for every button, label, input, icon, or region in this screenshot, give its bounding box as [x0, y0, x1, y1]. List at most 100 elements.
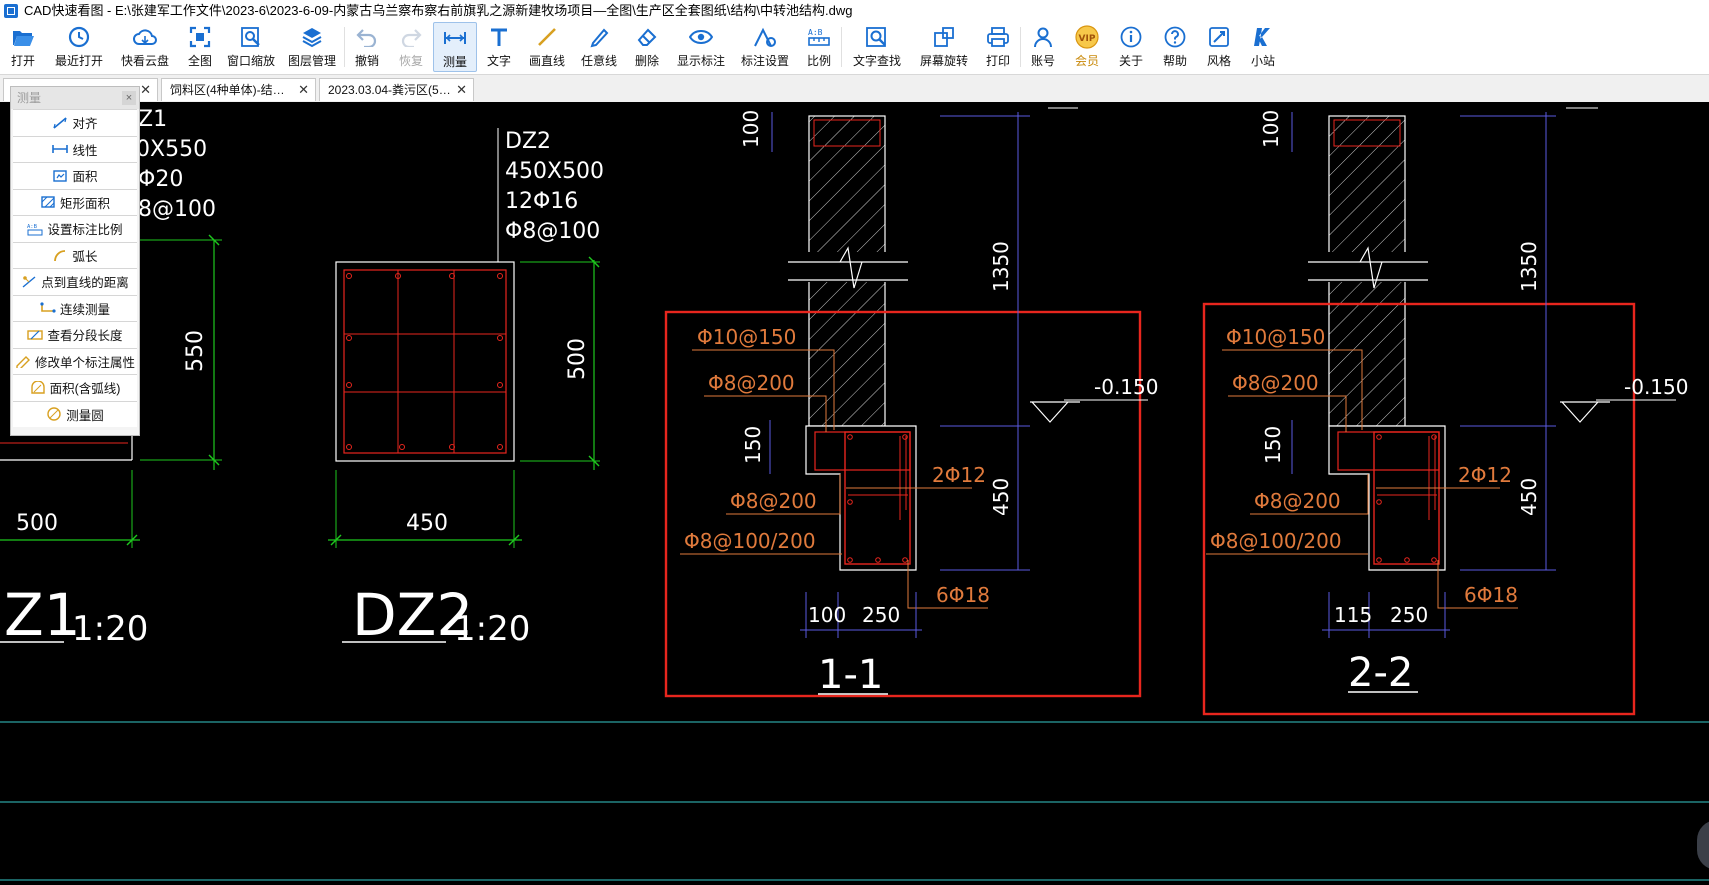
section-2-bottom-rebar-label: 6Φ18	[1464, 583, 1518, 607]
rotate-screen-button[interactable]: 屏幕旋转	[912, 22, 976, 72]
section-2-lower-stirrup-label: Φ8@200	[1254, 489, 1341, 513]
measure-point-to-line-item[interactable]: 点到直线的距离	[13, 268, 137, 295]
title-bar: CAD快速看图 - E:\张建军工作文件\2023-6\2023-6-09-内蒙…	[0, 0, 1709, 22]
section-2-mid-stirrup-label: Φ8@200	[1232, 371, 1319, 395]
measure-button[interactable]: 测量	[433, 22, 477, 72]
printer-icon	[985, 25, 1011, 49]
redo-button[interactable]: 恢复	[389, 22, 433, 72]
about-button[interactable]: 关于	[1109, 22, 1153, 72]
section-1-dim-150: 150	[741, 426, 765, 464]
eraser-icon	[634, 25, 660, 49]
vip-member-button[interactable]: VIP 会员	[1065, 22, 1109, 72]
annotation-settings-button[interactable]: 标注设置	[733, 22, 797, 72]
undo-icon	[354, 25, 380, 49]
eye-icon	[688, 25, 714, 49]
dz1-spec-line: 8@100	[138, 197, 216, 222]
measure-circle-item[interactable]: 测量圆	[13, 400, 137, 427]
segment-length-item[interactable]: 查看分段长度	[13, 321, 137, 348]
section-1-dim-250: 250	[862, 603, 900, 627]
section-2-title: 2-2	[1348, 650, 1413, 696]
draw-line-button[interactable]: 画直线	[521, 22, 573, 72]
section-1-dim-100: 100	[808, 603, 846, 627]
segment-length-icon	[27, 330, 44, 340]
dz2-spec-line: DZ2	[505, 129, 551, 154]
arc-area-icon	[30, 380, 45, 394]
pen-icon	[586, 25, 612, 49]
dz1-height-dimension: 550	[183, 330, 208, 372]
tab-feed-area[interactable]: 饲料区(4种单体)-结… ✕	[161, 78, 316, 101]
scale-button[interactable]: A:B 比例	[797, 22, 841, 72]
section-1-mid-stirrup-label: Φ8@200	[708, 371, 795, 395]
set-annotation-scale-item[interactable]: A:B 设置标注比例	[13, 215, 137, 242]
edit-annotation-props-item[interactable]: 修改单个标注属性	[13, 347, 137, 374]
close-icon[interactable]: ✕	[456, 79, 467, 101]
section-2-dim-1350: 1350	[1517, 241, 1541, 292]
arc-icon	[54, 250, 66, 262]
help-button[interactable]: 帮助	[1153, 22, 1197, 72]
zoom-window-button[interactable]: 窗口缩放	[222, 22, 280, 72]
clock-icon	[66, 25, 92, 49]
section-1-tie-rebar-label: 2Φ12	[932, 463, 986, 487]
circle-measure-icon	[47, 407, 61, 421]
user-icon	[1030, 25, 1056, 49]
zoom-window-icon	[238, 25, 264, 49]
style-icon	[1206, 25, 1232, 49]
folder-open-icon	[10, 25, 36, 49]
dz1-spec-line: Φ20	[138, 167, 183, 192]
section-2-dim-150: 150	[1261, 426, 1285, 464]
section-1-top-stirrup-label: Φ10@150	[697, 325, 796, 349]
rotate-screen-icon	[931, 25, 957, 49]
section-2-dim-250: 250	[1390, 603, 1428, 627]
delete-button[interactable]: 删除	[625, 22, 669, 72]
text-button[interactable]: 文字	[477, 22, 521, 72]
measure-continuous-item[interactable]: 连续测量	[13, 294, 137, 321]
annotation-settings-icon	[752, 25, 778, 49]
show-annotations-button[interactable]: 显示标注	[669, 22, 733, 72]
section-1-dim-1350: 1350	[989, 241, 1013, 292]
cad-drawing-canvas[interactable]: Z1 0X550 Φ20 8@100 550 500 Z1 1:20 DZ2 4…	[0, 102, 1709, 885]
close-icon[interactable]: ✕	[298, 79, 309, 101]
section-1-elevation: -0.150	[1094, 375, 1158, 399]
tab-manure-area[interactable]: 2023.03.04-粪污区(5… ✕	[319, 78, 474, 101]
layer-manager-button[interactable]: 图层管理	[280, 22, 344, 72]
open-button[interactable]: 打开	[0, 22, 46, 72]
measure-icon	[442, 26, 468, 50]
freehand-line-button[interactable]: 任意线	[573, 22, 625, 72]
measure-align-item[interactable]: 对齐	[13, 109, 137, 136]
close-icon[interactable]: ✕	[140, 79, 151, 101]
recent-open-button[interactable]: 最近打开	[46, 22, 112, 72]
measure-panel-header[interactable]: 测量 ×	[11, 87, 139, 109]
scale-icon: A:B	[806, 25, 832, 49]
account-button[interactable]: 账号	[1021, 22, 1065, 72]
text-icon	[486, 25, 512, 49]
style-button[interactable]: 风格	[1197, 22, 1241, 72]
section-2-elevation: -0.150	[1624, 375, 1688, 399]
continuous-measure-icon	[40, 302, 56, 313]
undo-button[interactable]: 撤销	[345, 22, 389, 72]
fit-all-button[interactable]: 全图	[178, 22, 222, 72]
section-2-top-stirrup-label: Φ10@150	[1226, 325, 1325, 349]
measure-rect-area-item[interactable]: 矩形面积	[13, 188, 137, 215]
close-icon[interactable]: ×	[122, 91, 136, 105]
dz2-spec-line: Φ8@100	[505, 219, 600, 244]
measure-linear-item[interactable]: 线性	[13, 135, 137, 162]
scale-icon: A:B	[27, 224, 43, 236]
text-search-icon	[864, 25, 890, 49]
print-button[interactable]: 打印	[976, 22, 1020, 72]
dz1-width-dimension: 500	[16, 511, 58, 536]
area-with-arc-item[interactable]: 面积(含弧线)	[13, 374, 137, 401]
cloud-icon	[132, 25, 158, 49]
point-to-line-icon	[22, 275, 36, 288]
svg-text:A:B: A:B	[808, 28, 823, 37]
cloud-disk-button[interactable]: 快看云盘	[112, 22, 178, 72]
measure-arc-length-item[interactable]: 弧长	[13, 241, 137, 268]
section-2-dim-450: 450	[1517, 478, 1541, 516]
measure-area-item[interactable]: 面积	[13, 162, 137, 189]
dz2-spec-line: 12Φ16	[505, 189, 578, 214]
svg-text:VIP: VIP	[1079, 34, 1096, 44]
mini-site-button[interactable]: 小站	[1241, 22, 1285, 72]
layers-icon	[299, 25, 325, 49]
section-1-dim-top: 100	[739, 110, 763, 148]
text-search-button[interactable]: 文字查找	[842, 22, 912, 72]
section-2-dim-115: 115	[1334, 603, 1372, 627]
